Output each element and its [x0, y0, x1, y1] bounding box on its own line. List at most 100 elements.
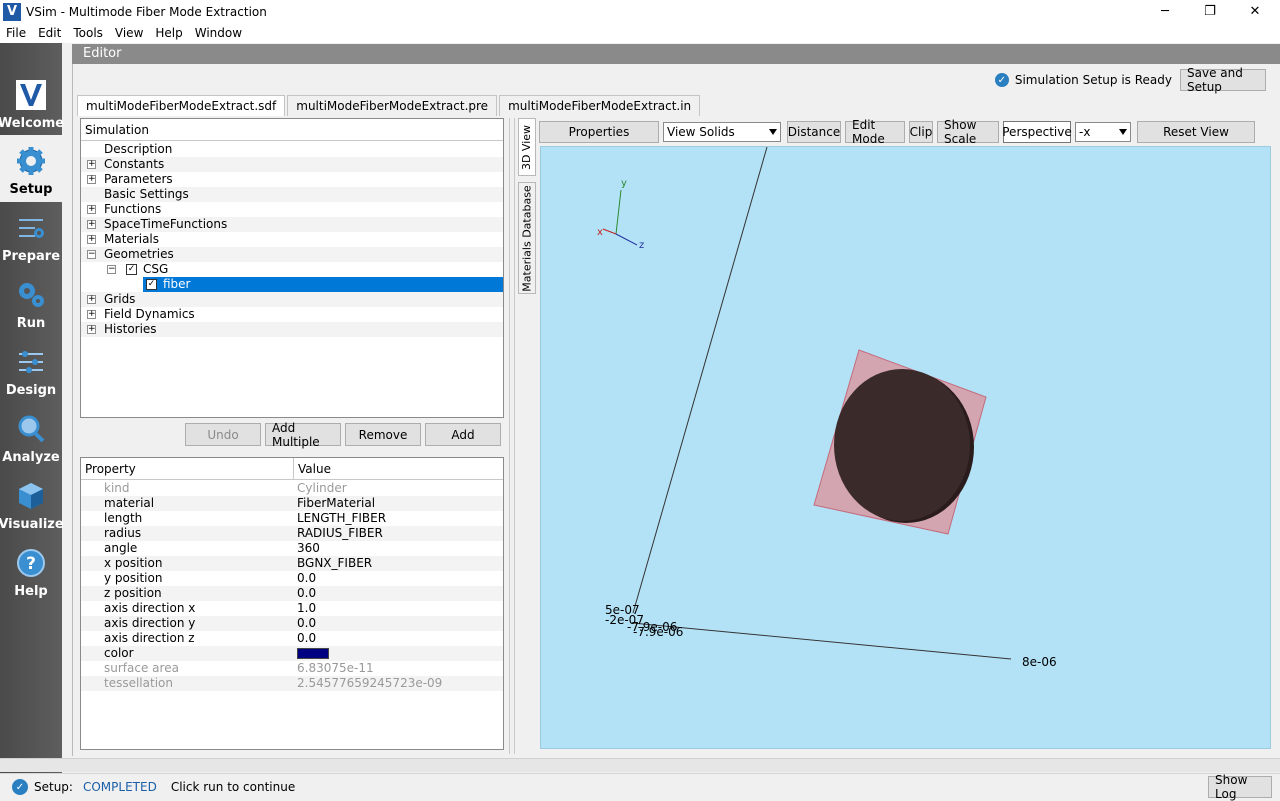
property-row[interactable]: kind Cylinder	[81, 481, 503, 496]
property-row[interactable]: axis direction x 1.0	[81, 601, 503, 616]
collapse-icon[interactable]: −	[107, 265, 116, 274]
tree-item-description[interactable]: Description	[81, 142, 503, 157]
property-row[interactable]: axis direction z 0.0	[81, 631, 503, 646]
tab-pre-file[interactable]: multiModeFiberModeExtract.pre	[287, 95, 498, 116]
sidebar-item-analyze[interactable]: Analyze	[0, 403, 62, 470]
csg-checkbox[interactable]: ✓	[126, 264, 137, 275]
tab-in-file[interactable]: multiModeFiberModeExtract.in	[499, 95, 701, 116]
edit-mode-button[interactable]: Edit Mode	[845, 118, 905, 146]
property-value: 0.0	[297, 631, 317, 645]
property-row[interactable]: z position 0.0	[81, 586, 503, 601]
expand-icon[interactable]: +	[87, 295, 96, 304]
reset-view-button[interactable]: Reset View	[1137, 121, 1255, 143]
close-button[interactable]: ✕	[1232, 0, 1278, 23]
status-prefix: Setup:	[34, 780, 73, 794]
property-row[interactable]: radius RADIUS_FIBER	[81, 526, 503, 541]
expand-icon[interactable]: +	[87, 325, 96, 334]
menu-file[interactable]: File	[0, 26, 32, 40]
menu-window[interactable]: Window	[189, 26, 248, 40]
tree-item-csg[interactable]: − ✓ CSG	[81, 262, 503, 277]
perspective-toggle[interactable]: Perspective	[1002, 121, 1072, 143]
save-and-setup-button[interactable]: Save and Setup	[1180, 66, 1266, 94]
expand-icon[interactable]: +	[87, 220, 96, 229]
tree-item-fiber[interactable]: ✓ fiber	[81, 277, 503, 292]
tree-item-grids[interactable]: + Grids	[81, 292, 503, 307]
property-row[interactable]: material FiberMaterial	[81, 496, 503, 511]
sidebar-item-prepare[interactable]: Prepare	[0, 202, 62, 269]
status-message: Click run to continue	[170, 780, 296, 794]
property-row[interactable]: axis direction y 0.0	[81, 616, 503, 631]
add-multiple-button[interactable]: Add Multiple	[265, 421, 341, 449]
menu-edit[interactable]: Edit	[32, 26, 67, 40]
property-row[interactable]: x position BGNX_FIBER	[81, 556, 503, 571]
sidebar-item-run[interactable]: Run	[0, 269, 62, 336]
axis-select[interactable]: -x	[1075, 122, 1131, 142]
tick-label: 8e-06	[1022, 655, 1057, 669]
property-value: LENGTH_FIBER	[297, 511, 387, 525]
menu-tools[interactable]: Tools	[67, 26, 109, 40]
undo-button[interactable]: Undo	[185, 423, 261, 446]
sidebar-item-setup[interactable]: Setup	[0, 135, 62, 202]
property-row[interactable]: y position 0.0	[81, 571, 503, 586]
tree-label: SpaceTimeFunctions	[104, 217, 228, 231]
distance-button[interactable]: Distance	[787, 121, 841, 143]
z-axis-line	[615, 233, 638, 246]
3d-scene[interactable]: y x z 5e-07 -2e-07 -7.9e-06 -7.9e-06 8e-…	[541, 147, 1271, 749]
fiber-checkbox[interactable]: ✓	[146, 279, 157, 290]
tree-item-parameters[interactable]: + Parameters	[81, 172, 503, 187]
sidebar-item-help[interactable]: ? Help	[0, 537, 62, 604]
property-table: Property Value kind Cylinder material Fibe…	[80, 457, 504, 750]
window-title: VSim - Multimode Fiber Mode Extraction	[26, 4, 267, 19]
tab-3d-view[interactable]: 3D View	[518, 118, 536, 176]
restore-button[interactable]: ❐	[1187, 0, 1233, 23]
sidebar-item-design[interactable]: Design	[0, 336, 62, 403]
property-row[interactable]: angle 360	[81, 541, 503, 556]
remove-button[interactable]: Remove	[345, 423, 421, 446]
property-row[interactable]: tessellation 2.54577659245723e-09	[81, 676, 503, 691]
tab-sdf-file[interactable]: multiModeFiberModeExtract.sdf	[77, 95, 286, 116]
tree-label: Constants	[104, 157, 165, 171]
3d-viewport[interactable]: y x z 5e-07 -2e-07 -7.9e-06 -7.9e-06 8e-…	[540, 146, 1271, 749]
tree-item-spacetimefunctions[interactable]: + SpaceTimeFunctions	[81, 217, 503, 232]
check-icon: ✓	[994, 73, 1009, 87]
expand-icon[interactable]: +	[87, 235, 96, 244]
tree-item-materials[interactable]: + Materials	[81, 232, 503, 247]
sidebar-item-visualize[interactable]: Visualize	[0, 470, 64, 537]
property-name: tessellation	[104, 676, 173, 690]
panel-splitter[interactable]	[509, 118, 515, 754]
color-swatch[interactable]	[297, 648, 329, 659]
expand-icon[interactable]: +	[87, 310, 96, 319]
property-row[interactable]: length LENGTH_FIBER	[81, 511, 503, 526]
expand-icon[interactable]: +	[87, 205, 96, 214]
tab-3d-view-label: 3D View	[520, 124, 534, 170]
property-row[interactable]: surface area 6.83075e-11	[81, 661, 503, 676]
expand-icon[interactable]: +	[87, 175, 96, 184]
tree-item-field-dynamics[interactable]: + Field Dynamics	[81, 307, 503, 322]
view-mode-select[interactable]: View Solids	[663, 122, 781, 142]
editor-header: Editor	[72, 44, 1280, 64]
sidebar-item-welcome[interactable]: Welcome	[0, 69, 64, 136]
tree-item-geometries[interactable]: − Geometries	[81, 247, 503, 262]
expand-icon[interactable]: +	[87, 160, 96, 169]
tree-item-histories[interactable]: + Histories	[81, 322, 503, 337]
clip-button[interactable]: Clip	[909, 121, 933, 143]
collapse-icon[interactable]: −	[87, 250, 96, 259]
menu-view[interactable]: View	[109, 26, 149, 40]
properties-button[interactable]: Properties	[539, 121, 659, 143]
tab-materials-database[interactable]: Materials Database	[518, 182, 536, 294]
show-scale-button[interactable]: Show Scale	[937, 118, 999, 146]
property-name: axis direction y	[104, 616, 196, 630]
property-row[interactable]: color	[81, 646, 503, 661]
show-log-button[interactable]: Show Log	[1208, 773, 1272, 801]
add-button[interactable]: Add	[425, 423, 501, 446]
menu-help[interactable]: Help	[149, 26, 188, 40]
tree-label: Grids	[104, 292, 136, 306]
sidebar-label-run: Run	[16, 316, 46, 331]
tree-item-basic-settings[interactable]: Basic Settings	[81, 187, 503, 202]
chevron-down-icon	[769, 129, 777, 135]
minimize-button[interactable]: ─	[1142, 0, 1188, 23]
tree-item-constants[interactable]: + Constants	[81, 157, 503, 172]
horizontal-scrollbar[interactable]	[0, 758, 1280, 772]
tree-item-functions[interactable]: + Functions	[81, 202, 503, 217]
tree-label: fiber	[163, 277, 191, 291]
